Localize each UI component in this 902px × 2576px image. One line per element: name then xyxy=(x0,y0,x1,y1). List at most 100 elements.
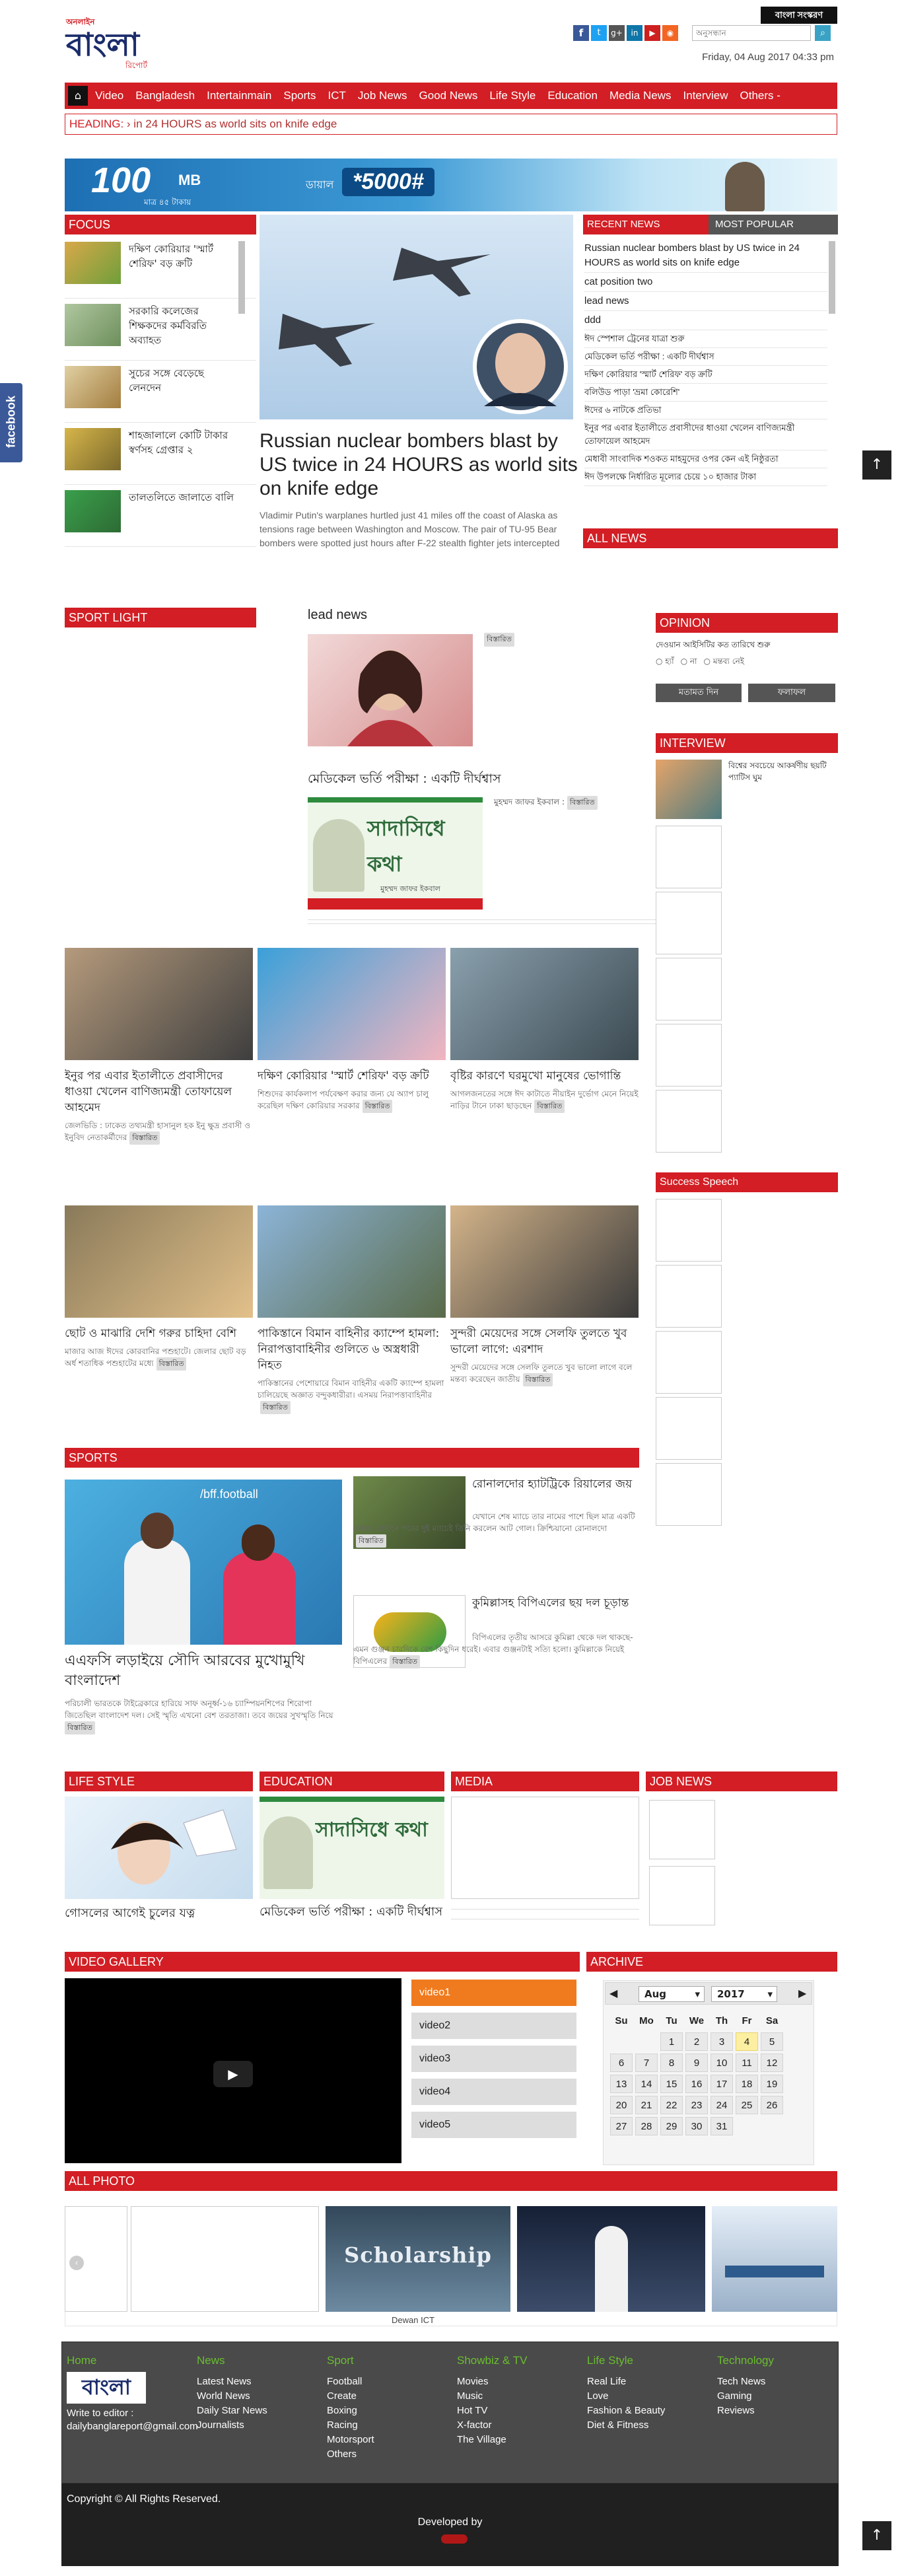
tab-most-popular[interactable]: MOST POPULAR xyxy=(709,215,838,234)
success-slot[interactable] xyxy=(656,1265,722,1328)
calendar-day[interactable]: 23 xyxy=(685,2096,708,2114)
media-slot[interactable] xyxy=(451,1797,639,1899)
nav-item-sports[interactable]: Sports xyxy=(283,89,316,102)
calendar-day[interactable]: 6 xyxy=(610,2054,633,2072)
video-list-item[interactable]: video4 xyxy=(411,2079,576,2105)
lead-news-story-image[interactable]: সাদাসিধে কথা মুহম্মদ জাফর ইকবাল xyxy=(308,797,483,910)
footer-link[interactable]: Others xyxy=(327,2447,452,2462)
interview-thumb[interactable] xyxy=(656,760,722,819)
grid-card-title[interactable]: বৃষ্টির কারণে ঘরমুখো মানুষের ভোগান্তি xyxy=(450,1068,639,1084)
footer-link[interactable]: Hot TV xyxy=(457,2404,582,2418)
tab-recent-news[interactable]: RECENT NEWS xyxy=(583,215,709,234)
footer-link[interactable]: Football xyxy=(327,2375,452,2389)
site-logo[interactable]: অনলাইন বাংলা রিপোর্ট xyxy=(66,17,188,70)
footer-link[interactable]: Love xyxy=(587,2389,712,2404)
ad-banner[interactable]: 100 MB মাত্র ৪৫ টাকায় ডায়াল *5000# xyxy=(65,159,837,211)
recent-news-item[interactable]: ইনুর পর এবার ইতালীতে প্রবাসীদের ধাওয়া খ… xyxy=(584,419,827,450)
calendar-day[interactable]: 30 xyxy=(685,2117,708,2135)
focus-item[interactable]: তালতলিতে জালাতে বালি xyxy=(65,485,256,547)
calendar-day[interactable]: 24 xyxy=(711,2096,733,2114)
footer-link[interactable]: Boxing xyxy=(327,2404,452,2418)
life-style-item[interactable]: গোসলের আগেই চুলের যত্ন xyxy=(65,1904,253,1924)
carousel-prev-icon[interactable]: ‹ xyxy=(69,2256,84,2270)
interview-slot[interactable] xyxy=(656,892,722,954)
footer-link[interactable]: Create xyxy=(327,2389,452,2404)
calendar-day[interactable]: 27 xyxy=(610,2117,633,2135)
linkedin-icon[interactable]: in xyxy=(627,25,642,41)
grid-card[interactable]: সুন্দরী মেয়েদের সঙ্গে সেলফি তুলতে খুব ভ… xyxy=(450,1205,639,1386)
calendar-day[interactable]: 16 xyxy=(685,2075,708,2093)
sports-item-more[interactable]: বিস্তারিত xyxy=(390,1655,421,1668)
byline-more[interactable]: বিস্তারিত xyxy=(567,796,598,810)
calendar-day[interactable]: 9 xyxy=(685,2054,708,2072)
recent-news-item[interactable]: মেডিকেল ভর্তি পরীক্ষা : একটি দীর্ঘশ্বাস xyxy=(584,348,827,366)
opinion-option[interactable]: ○ না xyxy=(681,656,697,669)
footer-column-heading[interactable]: Home xyxy=(67,2353,192,2368)
grid-card[interactable]: ছোট ও মাঝারি দেশি গরুর চাহিদা বেশি মাজার … xyxy=(65,1205,253,1371)
recent-scrollbar[interactable] xyxy=(829,241,835,314)
sports-item-title[interactable]: রোনালদোর হ্যাটট্রিকে রিয়ালের জয় xyxy=(472,1476,637,1492)
grid-card[interactable]: পাকিস্তানে বিমান বাহিনীর ক্যাম্পে হামলা:… xyxy=(258,1205,446,1414)
sports-lead-image[interactable]: /bff.football xyxy=(65,1480,342,1645)
footer-link[interactable]: The Village xyxy=(457,2433,582,2447)
grid-card-image[interactable] xyxy=(258,948,446,1060)
calendar-day[interactable]: 7 xyxy=(635,2054,658,2072)
footer-link[interactable]: World News xyxy=(197,2389,322,2404)
calendar-day[interactable]: 10 xyxy=(711,2054,733,2072)
photo-slot[interactable] xyxy=(131,2206,319,2312)
education-item[interactable]: মেডিকেল ভর্তি পরীক্ষা : একটি দীর্ঘশ্বাস xyxy=(260,1904,444,1921)
calendar-day[interactable]: 18 xyxy=(736,2075,758,2093)
footer-link[interactable]: Gaming xyxy=(717,2389,843,2404)
grid-card-more[interactable]: বিস্তারিত xyxy=(522,1373,553,1386)
nav-item-intertainmain[interactable]: Intertainmain xyxy=(207,89,271,102)
grid-card-image[interactable] xyxy=(65,948,253,1060)
radio-icon[interactable]: ○ xyxy=(681,657,690,666)
scholarship-photo[interactable]: Scholarship xyxy=(326,2206,510,2312)
nav-item-media-news[interactable]: Media News xyxy=(609,89,672,102)
meeting-photo[interactable] xyxy=(712,2206,837,2312)
vote-button[interactable]: মতামত দিন xyxy=(656,684,742,702)
footer-link[interactable]: Movies xyxy=(457,2375,582,2389)
interview-slot[interactable] xyxy=(656,826,722,888)
grid-card[interactable]: বৃষ্টির কারণে ঘরমুখো মানুষের ভোগান্তি আগল… xyxy=(450,948,639,1113)
calendar-day[interactable]: 13 xyxy=(610,2075,633,2093)
recent-news-item[interactable]: lead news xyxy=(584,292,827,311)
prev-month-icon[interactable]: ◀ xyxy=(609,1987,617,1999)
focus-item[interactable]: দক্ষিণ কোরিয়ার 'স্মার্ট শেরিফ' বড় ক্রট… xyxy=(65,236,256,299)
opinion-option[interactable]: ○ হ্যাঁ xyxy=(656,656,674,669)
calendar-day[interactable]: 8 xyxy=(660,2054,683,2072)
radio-icon[interactable]: ○ xyxy=(656,657,665,666)
recent-news-item[interactable]: Russian nuclear bombers blast by US twic… xyxy=(584,239,827,273)
footer-link[interactable]: Daily Star News xyxy=(197,2404,322,2418)
scroll-top-icon-bottom[interactable]: ↑ xyxy=(862,2521,891,2550)
developer-logo[interactable] xyxy=(441,2534,468,2544)
recent-news-item[interactable]: ঈদের ৬ নাটকে প্রতিভা xyxy=(584,402,827,419)
rss-icon[interactable]: ◉ xyxy=(662,25,678,41)
grid-card-title[interactable]: দক্ষিণ কোরিয়ার 'স্মার্ট শেরিফ' বড় ক্রট… xyxy=(258,1068,446,1084)
grid-card-more[interactable]: বিস্তারিত xyxy=(362,1100,393,1113)
youtube-icon[interactable]: ▶ xyxy=(644,25,660,41)
nav-item-video[interactable]: Video xyxy=(95,89,123,102)
footer-link[interactable]: Racing xyxy=(327,2418,452,2433)
footer-link[interactable]: X-factor xyxy=(457,2418,582,2433)
sports-item[interactable]: কুমিল্লাসহ বিপিএলের ছয় দল চূড়ান্ত বিপিএ… xyxy=(353,1595,641,1707)
calendar-day[interactable]: 5 xyxy=(761,2032,783,2051)
nav-item-life-style[interactable]: Life Style xyxy=(489,89,536,102)
calendar-day[interactable]: 29 xyxy=(660,2117,683,2135)
job-slot[interactable] xyxy=(649,1800,715,1859)
interview-slot[interactable] xyxy=(656,958,722,1020)
grid-card[interactable]: দক্ষিণ কোরিয়ার 'স্মার্ট শেরিফ' বড় ক্রট… xyxy=(258,948,446,1113)
grid-card-title[interactable]: পাকিস্তানে বিমান বাহিনীর ক্যাম্পে হামলা:… xyxy=(258,1326,446,1373)
success-slot[interactable] xyxy=(656,1331,722,1394)
calendar-day[interactable]: 15 xyxy=(660,2075,683,2093)
recent-news-item[interactable]: ঈদ উপলক্ষে নির্ধারিত মূল্যের চেয়ে ১০ হা… xyxy=(584,468,827,486)
ticker-text[interactable]: › in 24 HOURS as world sits on knife edg… xyxy=(127,118,337,130)
footer-link[interactable]: Journalists xyxy=(197,2418,322,2433)
calendar-day[interactable]: 1 xyxy=(660,2032,683,2051)
grid-card-title[interactable]: সুন্দরী মেয়েদের সঙ্গে সেলফি তুলতে খুব ভ… xyxy=(450,1326,639,1357)
grid-card-image[interactable] xyxy=(258,1205,446,1318)
grid-card-more[interactable]: বিস্তারিত xyxy=(260,1401,291,1414)
grid-card-image[interactable] xyxy=(450,948,639,1060)
all-news-button[interactable]: ALL NEWS xyxy=(583,528,838,548)
footer-column-heading[interactable]: News xyxy=(197,2353,322,2368)
